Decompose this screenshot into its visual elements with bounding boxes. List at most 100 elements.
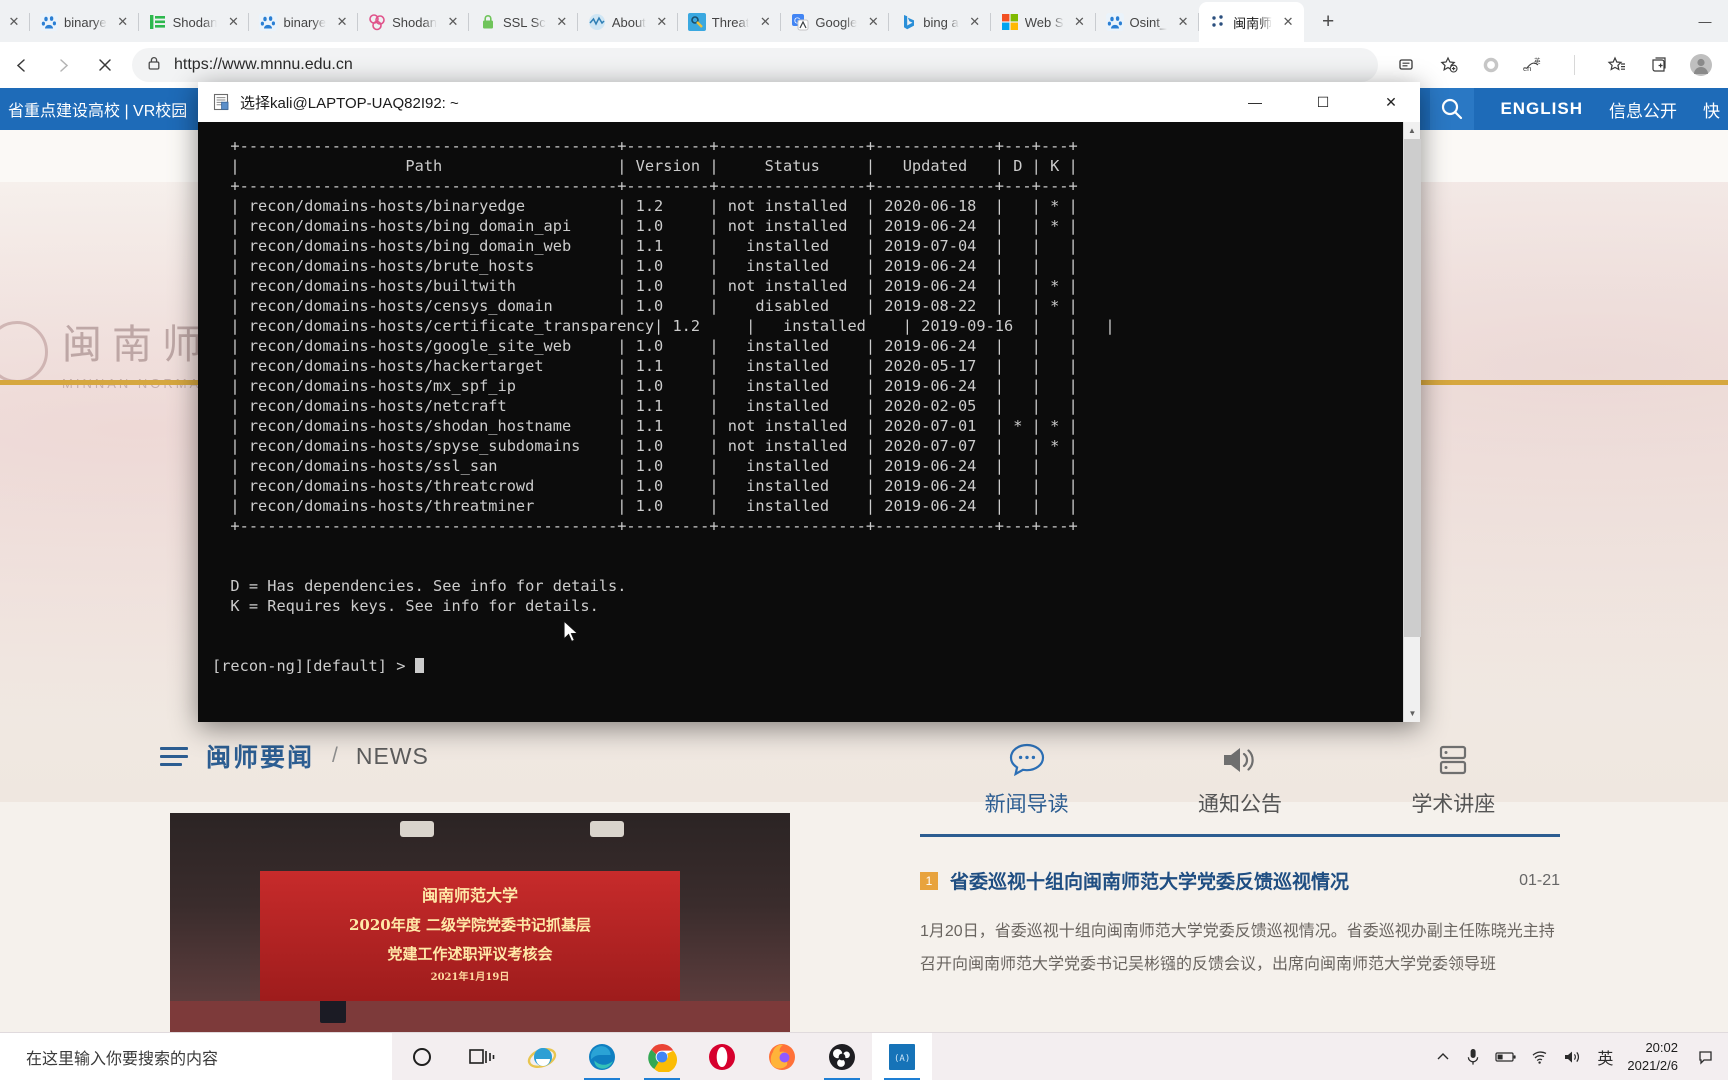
site-topbar-left-text[interactable]: 省重点建设高校 | VR校园 [8, 97, 187, 121]
photo-banner-text: 闽南师范大学 2020年度 二级学院党委书记抓基层 党建工作述职评议考核会 20… [260, 871, 680, 1001]
tab-close-icon[interactable]: ✕ [863, 12, 883, 32]
site-link-english[interactable]: ENGLISH [1500, 99, 1583, 119]
scrollbar-thumb[interactable] [1404, 139, 1421, 637]
tab-label: Shodan [392, 14, 437, 30]
tab-label: bing a [923, 14, 959, 30]
favorites-icon[interactable] [1599, 47, 1635, 83]
browser-tab-0[interactable]: ✕ [0, 2, 30, 42]
browser-tab-9[interactable]: bing a ✕ [889, 2, 991, 42]
google-chrome-icon[interactable] [632, 1033, 692, 1080]
news-tab-news-digest[interactable]: 新闻导读 [920, 738, 1133, 818]
browser-tab-1[interactable]: binarye ✕ [30, 2, 139, 42]
window-minimize-button[interactable]: — [1682, 3, 1728, 39]
tab-close-icon[interactable]: ✕ [1070, 12, 1090, 32]
chevron-up-icon[interactable] [1435, 1049, 1451, 1065]
terminal-icon[interactable]: (A) [872, 1032, 932, 1080]
tab-label: Threat [711, 14, 750, 30]
tab-close-icon[interactable]: ✕ [1173, 12, 1193, 32]
scroll-down-icon[interactable]: ▼ [1404, 705, 1421, 722]
windows-taskbar: 在这里输入你要搜索的内容 (A) 英 20:02 2021/2/6 [0, 1032, 1728, 1080]
tab-close-icon[interactable]: ✕ [1278, 12, 1298, 32]
volume-icon[interactable] [1563, 1049, 1583, 1065]
taskbar-search-input[interactable]: 在这里输入你要搜索的内容 [0, 1032, 392, 1080]
add-favorite-icon[interactable] [1431, 47, 1467, 83]
news-tab-lectures[interactable]: 学术讲座 [1347, 738, 1560, 818]
ime-indicator[interactable]: 英 [1597, 1045, 1613, 1069]
tab-close-icon[interactable]: ✕ [332, 12, 352, 32]
address-bar[interactable]: https://www.mnnu.edu.cn [132, 48, 1378, 82]
firefox-icon[interactable] [752, 1033, 812, 1080]
news-left-column: 闽师要闻 / NEWS 闽南师范大学 2020年度 二级学院党委书记抓基层 党建… [160, 738, 800, 1038]
obs-studio-icon[interactable] [812, 1033, 872, 1080]
tab-label: Shodan [172, 14, 218, 30]
news-feature-photo[interactable]: 闽南师范大学 2020年度 二级学院党委书记抓基层 党建工作述职评议考核会 20… [170, 813, 790, 1038]
internet-explorer-icon[interactable] [512, 1033, 572, 1080]
tab-label: 闽南师 [1233, 15, 1273, 31]
tab-close-icon[interactable]: ✕ [965, 12, 985, 32]
terminal-scrollbar[interactable]: ▲ ▼ [1403, 122, 1421, 722]
tab-close-icon[interactable]: ✕ [755, 12, 775, 32]
browser-tab-5[interactable]: SSL Sc ✕ [469, 2, 578, 42]
microphone-icon[interactable] [1465, 1048, 1481, 1066]
tab-close-icon[interactable]: ✕ [652, 12, 672, 32]
task-view-icon[interactable] [452, 1033, 512, 1080]
browser-tab-8[interactable]: G Google ✕ [781, 2, 890, 42]
taskbar-clock[interactable]: 20:02 2021/2/6 [1627, 1039, 1678, 1074]
news-item-title[interactable]: 省委巡视十组向闽南师范大学党委反馈巡视情况 [950, 867, 1507, 894]
notification-icon[interactable] [1692, 1033, 1718, 1080]
tab-close-icon[interactable]: ✕ [223, 12, 243, 32]
terminal-maximize-button[interactable]: ☐ [1294, 82, 1352, 122]
new-tab-button[interactable]: + [1310, 4, 1346, 40]
browser-tab-7[interactable]: Threat ✕ [678, 2, 782, 42]
read-aloud-icon[interactable] [1389, 47, 1425, 83]
photo-banner-line3: 党建工作述职评议考核会 [387, 944, 553, 963]
tab-close-icon[interactable]: ✕ [4, 12, 24, 32]
news-tab-notices[interactable]: 通知公告 [1133, 738, 1346, 818]
speaker-icon [1133, 738, 1346, 782]
browser-tab-active-mnnu[interactable]: 闽南师 ✕ [1199, 2, 1305, 42]
site-link-info-disclosure[interactable]: 信息公开 [1609, 97, 1677, 122]
terminal-close-button[interactable]: ✕ [1362, 82, 1420, 122]
news-tab-label: 学术讲座 [1411, 793, 1496, 816]
translate-icon[interactable]: en 英 [1515, 47, 1551, 83]
search-icon[interactable] [1430, 88, 1475, 130]
toolbar-divider [1557, 47, 1593, 83]
browser-tab-2[interactable]: Shodan ✕ [139, 2, 250, 42]
scroll-up-icon[interactable]: ▲ [1404, 122, 1420, 139]
browser-tab-6[interactable]: About ✕ [578, 2, 678, 42]
tab-close-icon[interactable]: ✕ [113, 12, 133, 32]
baidu-icon [259, 13, 278, 31]
lock-icon [146, 55, 162, 76]
browser-tab-4[interactable]: Shodan ✕ [358, 2, 469, 42]
terminal-window[interactable]: 选择kali@LAPTOP-UAQ82I92: ~ — ☐ ✕ +-------… [198, 82, 1421, 722]
profile-icon[interactable] [1683, 47, 1719, 83]
news-list-item[interactable]: 1 省委巡视十组向闽南师范大学党委反馈巡视情况 01-21 [920, 867, 1560, 894]
photo-banner-line1: 闽南师范大学 [421, 886, 518, 905]
news-heading-zh[interactable]: 闽师要闻 [206, 738, 314, 774]
forward-icon[interactable] [45, 47, 81, 83]
terminal-minimize-button[interactable]: — [1226, 82, 1284, 122]
shodan-bars-icon [149, 13, 167, 31]
stop-loading-icon[interactable] [87, 47, 123, 83]
microsoft-edge-icon[interactable] [572, 1033, 632, 1080]
site-link-quick[interactable]: 快 [1703, 97, 1720, 122]
cortana-icon[interactable] [392, 1033, 452, 1080]
browser-tab-3[interactable]: binarye ✕ [249, 2, 359, 42]
tab-close-icon[interactable]: ✕ [552, 12, 572, 32]
battery-icon[interactable] [1495, 1050, 1517, 1064]
back-icon[interactable] [3, 47, 39, 83]
wifi-icon[interactable] [1531, 1049, 1549, 1065]
terminal-titlebar[interactable]: 选择kali@LAPTOP-UAQ82I92: ~ — ☐ ✕ [198, 82, 1420, 122]
collections-icon[interactable] [1641, 47, 1677, 83]
site-topbar-left: 省重点建设高校 | VR校园 [8, 97, 187, 121]
clock-date: 2021/2/6 [1627, 1057, 1678, 1073]
tab-close-icon[interactable]: ✕ [443, 12, 463, 32]
photo-banner-line2: 2020年度 二级学院党委书记抓基层 [349, 916, 591, 935]
browser-tab-11[interactable]: Osint_ ✕ [1096, 2, 1200, 42]
terminal-output[interactable]: +---------------------------------------… [198, 122, 1420, 722]
hamburger-icon [160, 746, 188, 766]
list-rows-icon [1347, 738, 1560, 782]
news-tab-label: 通知公告 [1197, 793, 1282, 816]
opera-icon[interactable] [692, 1033, 752, 1080]
browser-tab-10[interactable]: Web S ✕ [991, 2, 1096, 42]
